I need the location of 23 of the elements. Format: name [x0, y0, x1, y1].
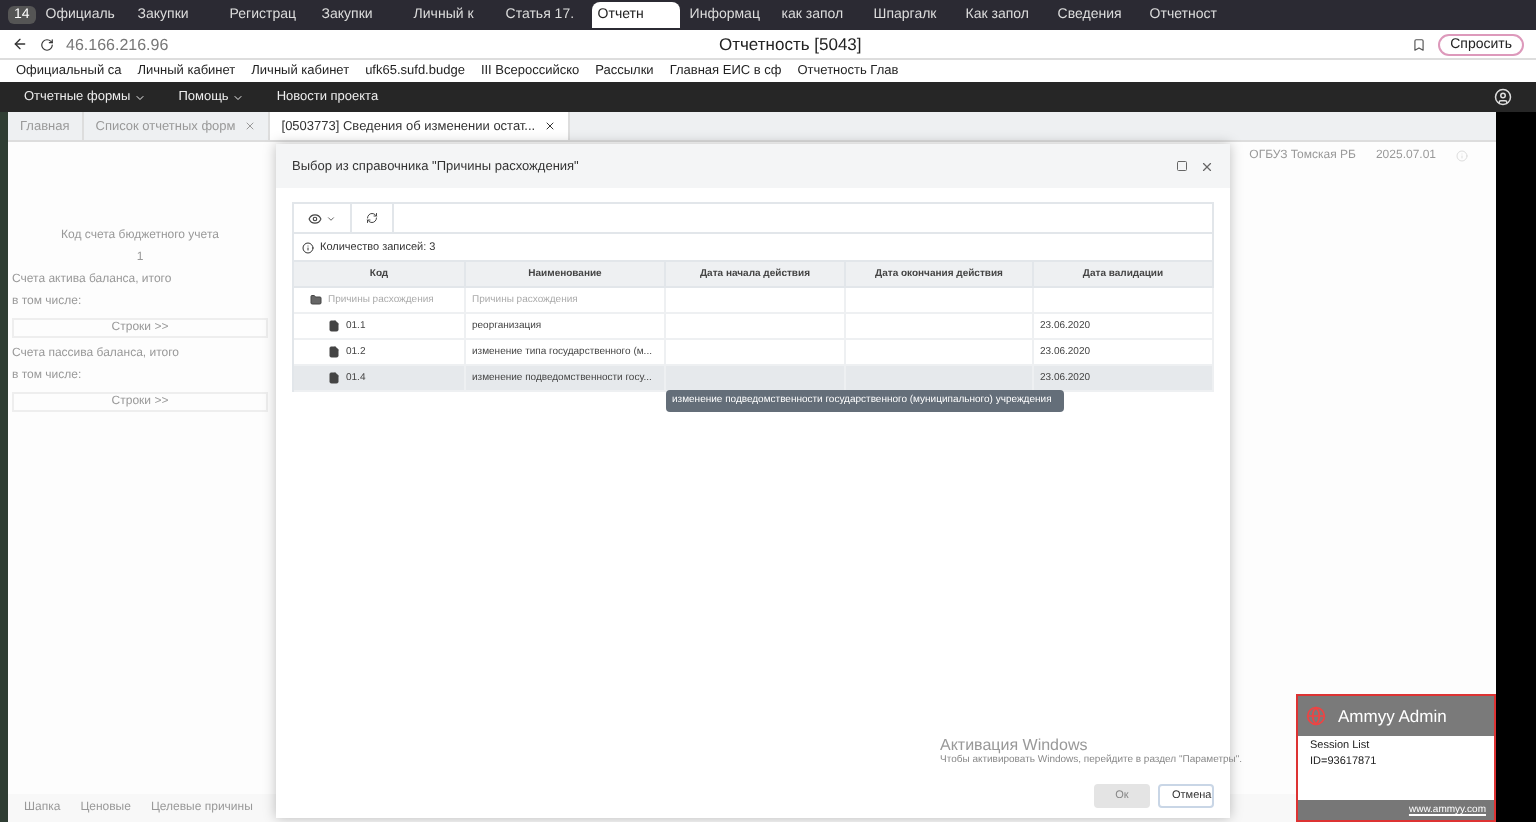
refresh-icon	[366, 212, 378, 224]
widget-title: Ammyy Admin	[1338, 706, 1447, 726]
close-icon	[1200, 159, 1214, 173]
caret-icon	[134, 91, 147, 103]
app-logo-icon	[1306, 706, 1326, 726]
page-title: Отчетность [5043]	[717, 34, 864, 54]
caret-icon	[326, 213, 336, 223]
bookmark-icon	[1412, 37, 1427, 51]
activation-title: Активация Windows	[940, 736, 1088, 754]
info-icon	[1456, 150, 1468, 162]
file-icon	[328, 320, 340, 332]
file-icon	[328, 346, 340, 358]
close-icon[interactable]	[543, 120, 556, 132]
eye-icon	[308, 211, 322, 225]
caret-icon	[232, 91, 245, 103]
folder-icon	[310, 294, 322, 306]
maximize-icon	[1176, 160, 1188, 172]
back-icon	[12, 36, 28, 52]
address-field[interactable]: 46.166.216.96	[66, 35, 169, 53]
reload-icon	[40, 37, 54, 51]
info-icon	[302, 241, 314, 253]
file-icon	[328, 372, 340, 384]
user-icon	[1494, 88, 1512, 106]
